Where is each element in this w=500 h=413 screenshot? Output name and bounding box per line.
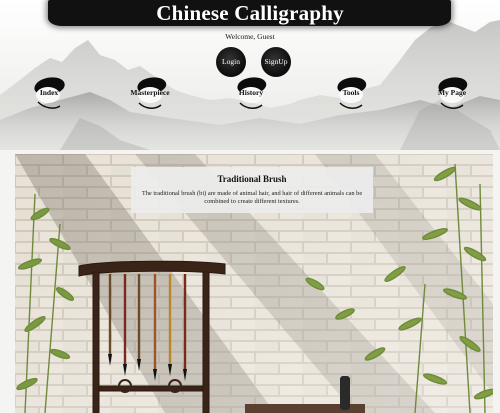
nav-item-tools[interactable]: Tools — [326, 74, 376, 114]
info-card: Traditional Brush The traditional brush … — [131, 167, 373, 213]
site-title: Chinese Calligraphy — [156, 1, 344, 25]
nav-item-my-page[interactable]: My Page — [427, 74, 477, 114]
info-card-title: Traditional Brush — [217, 174, 287, 184]
nav-label-my-page: My Page — [437, 88, 467, 97]
nav-label-index: Index — [39, 88, 59, 97]
header: Chinese Calligraphy Welcome, Guest Login… — [0, 0, 500, 150]
signup-button[interactable]: SignUp — [261, 47, 291, 77]
login-button[interactable]: Login — [216, 47, 246, 77]
nav-label-tools: Tools — [342, 88, 360, 97]
nav-label-history: History — [238, 88, 264, 97]
nav-item-masterpiece[interactable]: Masterpiece — [125, 74, 175, 114]
welcome-text: Welcome, Guest — [225, 32, 275, 41]
info-card-description: The traditional brush (bi) are made of a… — [141, 190, 363, 205]
nav-label-masterpiece: Masterpiece — [130, 88, 170, 97]
nav-item-history[interactable]: History — [226, 74, 276, 114]
nav-item-index[interactable]: Index — [24, 74, 74, 114]
